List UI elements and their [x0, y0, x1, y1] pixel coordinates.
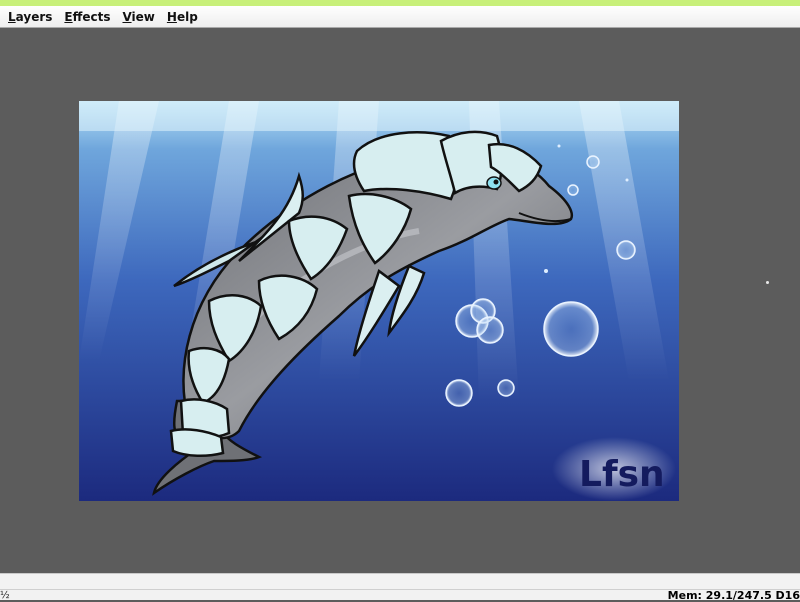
menu-view[interactable]: View [116, 7, 160, 27]
signature-text: Lfsn [579, 454, 665, 495]
drawing-canvas[interactable]: Lfsn [79, 101, 679, 501]
status-left-text: ½ [0, 590, 10, 601]
canvas-workspace[interactable]: Lfsn [0, 29, 800, 573]
memory-readout: Mem: 29.1/247.5 D16 [667, 589, 800, 602]
cursor-indicator [766, 281, 769, 284]
menu-effects[interactable]: Effects [58, 7, 116, 27]
dolphin-artwork: Lfsn [79, 101, 679, 501]
status-bar: ½ Mem: 29.1/247.5 D16 [0, 573, 800, 602]
menu-bar: Layers Effects View Help [0, 6, 800, 28]
menu-help[interactable]: Help [161, 7, 204, 27]
menu-layers[interactable]: Layers [2, 7, 58, 27]
